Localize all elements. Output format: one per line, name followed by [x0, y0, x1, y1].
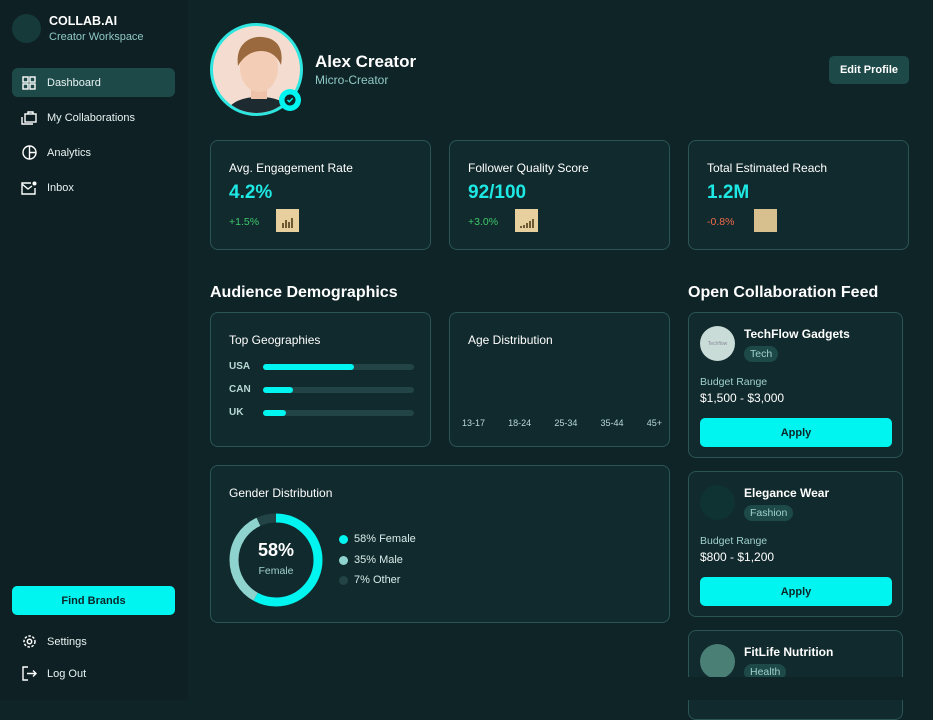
- stat-card-reach: Total Estimated Reach 1.2M -0.8%: [688, 140, 909, 250]
- category-tag: Fashion: [744, 505, 794, 521]
- nav-label: Dashboard: [47, 76, 101, 89]
- sidebar: COLLAB.AI Creator Workspace Dashboard My…: [0, 0, 188, 700]
- nav-label: Inbox: [47, 181, 74, 194]
- budget-label: Budget Range: [700, 535, 768, 547]
- card-title: Gender Distribution: [229, 486, 333, 500]
- nav-logout[interactable]: Log Out: [12, 659, 175, 688]
- stat-label: Follower Quality Score: [468, 161, 589, 175]
- stat-card-engagement: Avg. Engagement Rate 4.2% +1.5%: [210, 140, 431, 250]
- card-title: Age Distribution: [468, 333, 553, 347]
- nav-inbox[interactable]: Inbox: [12, 173, 175, 202]
- brand-logo: [12, 14, 41, 43]
- legend-female: 58% Female: [339, 533, 416, 545]
- geo-row-usa: USA: [229, 361, 419, 372]
- feed-item: Techflow TechFlow Gadgets Tech Budget Ra…: [688, 312, 903, 458]
- age-axis-labels: 13-17 18-24 25-34 35-44 45+: [462, 418, 662, 428]
- brand-logo: [700, 485, 735, 520]
- age-distribution-card: Age Distribution 13-17 18-24 25-34 35-44…: [449, 312, 670, 447]
- pie-chart-icon: [21, 145, 37, 161]
- gear-icon: [21, 634, 37, 650]
- apply-button[interactable]: Apply: [700, 418, 892, 447]
- apply-button[interactable]: Apply: [700, 577, 892, 606]
- stat-label: Total Estimated Reach: [707, 161, 828, 175]
- brand-name: Elegance Wear: [744, 486, 830, 500]
- mail-icon: [21, 180, 37, 196]
- nav-label: My Collaborations: [47, 111, 136, 124]
- budget-value: $1,500 - $3,000: [700, 391, 785, 405]
- donut-center-value: 58%: [257, 540, 295, 560]
- brand-name: COLLAB.AI: [49, 14, 118, 28]
- nav-analytics[interactable]: Analytics: [12, 138, 175, 167]
- age-label: 25-34: [554, 418, 578, 428]
- feed-item: Elegance Wear Fashion Budget Range $800 …: [688, 471, 903, 617]
- legend-label: 58% Female: [354, 533, 416, 545]
- budget-value: $800 - $1,200: [700, 550, 775, 564]
- legend-label: 7% Other: [354, 574, 401, 586]
- donut-center-label: Female: [258, 565, 294, 577]
- geo-row-uk: UK: [229, 407, 419, 418]
- stat-change: -0.8%: [707, 216, 735, 228]
- verified-badge-icon: [279, 89, 301, 111]
- chart-thumbnail-icon: [754, 209, 777, 232]
- legend-male: 35% Male: [339, 554, 403, 566]
- logout-icon: [21, 666, 37, 682]
- budget-label: Budget Range: [700, 376, 768, 388]
- geo-bar-fill: [263, 364, 354, 370]
- bar-chart-icon: [515, 209, 538, 232]
- stat-label: Avg. Engagement Rate: [229, 161, 353, 175]
- profile-name: Alex Creator: [315, 52, 417, 71]
- nav-settings[interactable]: Settings: [12, 627, 175, 656]
- find-brands-button[interactable]: Find Brands: [12, 586, 175, 615]
- section-title-demographics: Audience Demographics: [210, 284, 398, 301]
- geo-label: UK: [229, 407, 244, 418]
- legend-label: 35% Male: [354, 554, 403, 566]
- nav-dashboard[interactable]: Dashboard: [12, 68, 175, 97]
- briefcase-icon: [21, 110, 37, 126]
- brand-subtitle: Creator Workspace: [49, 31, 144, 43]
- stat-value: 4.2%: [229, 182, 273, 203]
- gender-distribution-card: Gender Distribution 58% Female 58% Femal…: [210, 465, 670, 623]
- profile-role: Micro-Creator: [315, 73, 389, 87]
- card-title: Top Geographies: [229, 333, 321, 347]
- geo-bar-fill: [263, 387, 294, 393]
- nav-label: Log Out: [47, 667, 87, 680]
- bottom-fade: [188, 677, 933, 700]
- age-label: 35-44: [600, 418, 624, 428]
- age-label: 18-24: [508, 418, 532, 428]
- brand-logo: [700, 644, 735, 679]
- brand-logo: Techflow: [700, 326, 735, 361]
- feed-item: FitLife Nutrition Health: [688, 630, 903, 720]
- legend-other: 7% Other: [339, 574, 400, 586]
- geo-label: USA: [229, 361, 251, 372]
- geo-label: CAN: [229, 384, 251, 395]
- stat-change: +3.0%: [468, 216, 499, 228]
- stat-value: 92/100: [468, 182, 527, 203]
- age-label: 13-17: [462, 418, 486, 428]
- brand-name: TechFlow Gadgets: [744, 327, 850, 341]
- section-title-feed: Open Collaboration Feed: [688, 284, 879, 301]
- nav-my-collaborations[interactable]: My Collaborations: [12, 103, 175, 132]
- age-label: 45+: [646, 418, 662, 428]
- bar-chart-icon: [276, 209, 299, 232]
- nav-label: Analytics: [47, 146, 92, 159]
- geographies-card: Top Geographies USA CAN UK: [210, 312, 431, 447]
- stat-change: +1.5%: [229, 216, 260, 228]
- stat-value: 1.2M: [707, 182, 750, 203]
- brand-name: FitLife Nutrition: [744, 645, 834, 659]
- nav-label: Settings: [47, 635, 87, 648]
- geo-bar-fill: [263, 410, 286, 416]
- grid-icon: [21, 75, 37, 91]
- geo-row-can: CAN: [229, 384, 419, 395]
- edit-profile-button[interactable]: Edit Profile: [829, 56, 909, 84]
- stat-card-follower-quality: Follower Quality Score 92/100 +3.0%: [449, 140, 670, 250]
- category-tag: Tech: [744, 346, 779, 362]
